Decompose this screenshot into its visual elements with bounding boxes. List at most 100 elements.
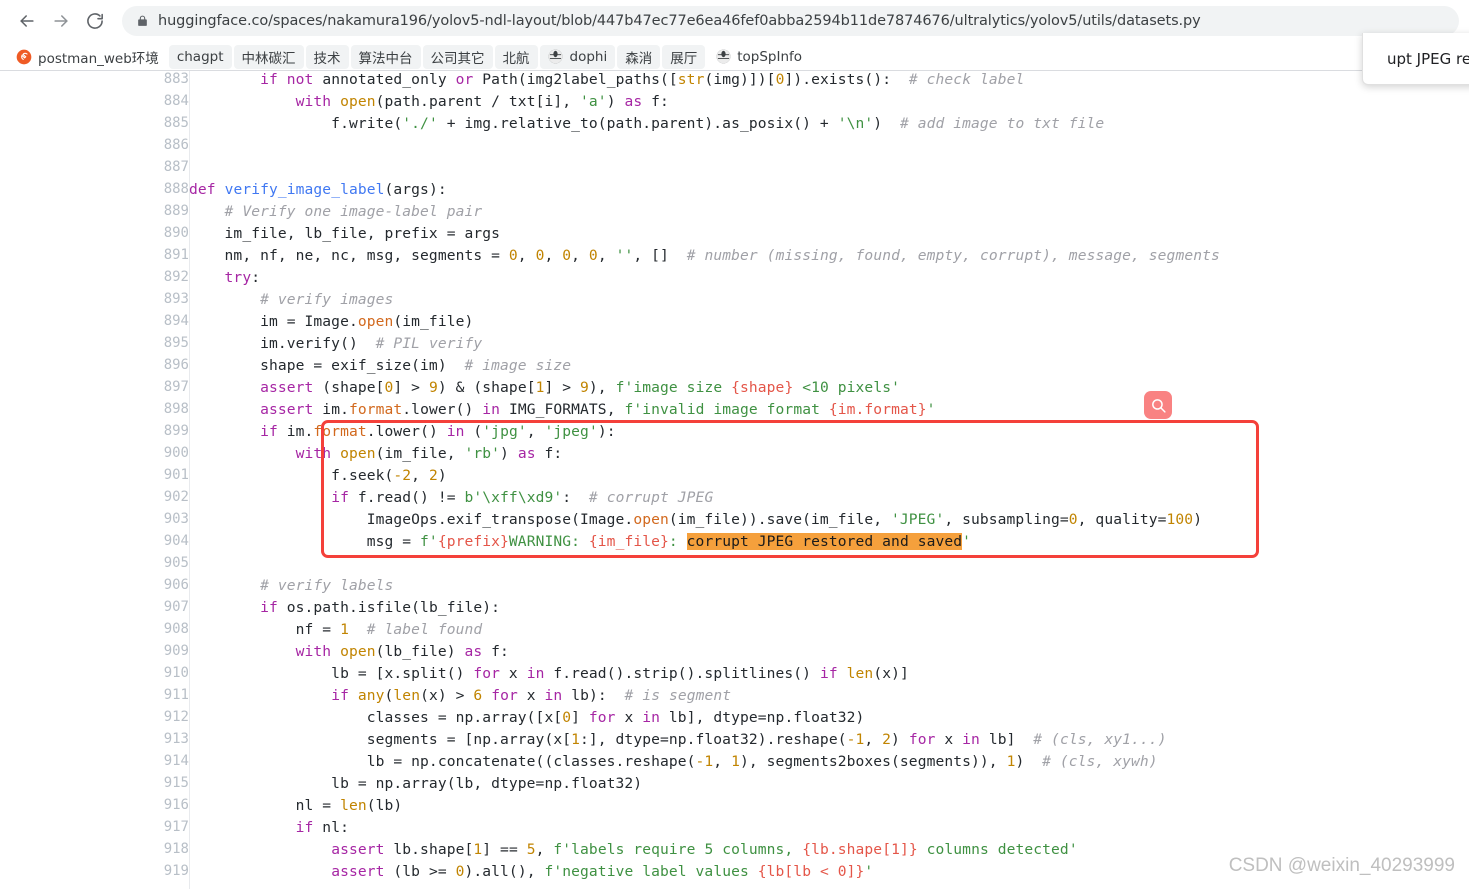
- bookmark-gongsiqita[interactable]: 公司其它: [422, 44, 493, 69]
- line-source[interactable]: assert im.format.lower() in IMG_FORMATS,…: [189, 401, 1469, 423]
- line-number[interactable]: 897: [0, 379, 189, 401]
- line-source[interactable]: with open(lb_file) as f:: [189, 643, 1469, 665]
- line-source[interactable]: shape = exif_size(im) # image size: [189, 357, 1469, 379]
- code-line: 887: [0, 159, 1469, 181]
- line-number[interactable]: 898: [0, 401, 189, 423]
- line-source[interactable]: msg = f'{prefix}WARNING: {im_file}: corr…: [189, 533, 1469, 555]
- line-number[interactable]: 908: [0, 621, 189, 643]
- line-number[interactable]: 903: [0, 511, 189, 533]
- line-number[interactable]: 916: [0, 797, 189, 819]
- code-line: 900 with open(im_file, 'rb') as f:: [0, 445, 1469, 467]
- line-number[interactable]: 915: [0, 775, 189, 797]
- line-number[interactable]: 895: [0, 335, 189, 357]
- line-source[interactable]: try:: [189, 269, 1469, 291]
- line-number[interactable]: 894: [0, 313, 189, 335]
- line-source[interactable]: if any(len(x) > 6 for x in lb): # is seg…: [189, 687, 1469, 709]
- line-source[interactable]: # verify images: [189, 291, 1469, 313]
- line-number[interactable]: 918: [0, 841, 189, 863]
- line-number[interactable]: 911: [0, 687, 189, 709]
- line-number[interactable]: 904: [0, 533, 189, 555]
- line-source[interactable]: segments = [np.array(x[1:], dtype=np.flo…: [189, 731, 1469, 753]
- line-number[interactable]: 910: [0, 665, 189, 687]
- line-source[interactable]: [189, 555, 1469, 577]
- line-number[interactable]: 901: [0, 467, 189, 489]
- address-bar[interactable]: huggingface.co/spaces/nakamura196/yolov5…: [122, 6, 1459, 36]
- bookmark-jishu[interactable]: 技术: [305, 44, 349, 69]
- line-source[interactable]: nm, nf, ne, nc, msg, segments = 0, 0, 0,…: [189, 247, 1469, 269]
- line-source[interactable]: if f.read() != b'\xff\xd9': # corrupt JP…: [189, 489, 1469, 511]
- bookmark-dophi[interactable]: dophi: [539, 44, 616, 69]
- line-source[interactable]: with open(im_file, 'rb') as f:: [189, 445, 1469, 467]
- line-number[interactable]: 886: [0, 137, 189, 159]
- bookmark-postman-web[interactable]: postman_web环境: [8, 45, 167, 69]
- bookmark-suanfa[interactable]: 算法中台: [350, 44, 421, 69]
- line-source[interactable]: [189, 159, 1469, 181]
- line-source[interactable]: with open(path.parent / txt[i], 'a') as …: [189, 93, 1469, 115]
- line-number[interactable]: 885: [0, 115, 189, 137]
- line-number[interactable]: 907: [0, 599, 189, 621]
- line-number[interactable]: 893: [0, 291, 189, 313]
- line-source[interactable]: ImageOps.exif_transpose(Image.open(im_fi…: [189, 511, 1469, 533]
- bookmark-label: 算法中台: [358, 50, 413, 67]
- line-number[interactable]: 900: [0, 445, 189, 467]
- line-number[interactable]: 883: [0, 71, 189, 93]
- bookmark-zhanting[interactable]: 展厅: [662, 44, 706, 69]
- line-number[interactable]: 909: [0, 643, 189, 665]
- line-source[interactable]: if im.format.lower() in ('jpg', 'jpeg'):: [189, 423, 1469, 445]
- line-source[interactable]: def verify_image_label(args):: [189, 181, 1469, 203]
- line-source[interactable]: classes = np.array([x[0] for x in lb], d…: [189, 709, 1469, 731]
- line-number[interactable]: 899: [0, 423, 189, 445]
- search-icon[interactable]: [1144, 391, 1172, 419]
- code-line: 912 classes = np.array([x[0] for x in lb…: [0, 709, 1469, 731]
- line-source[interactable]: if nl:: [189, 819, 1469, 841]
- line-number[interactable]: 891: [0, 247, 189, 269]
- line-source[interactable]: lb = np.array(lb, dtype=np.float32): [189, 775, 1469, 797]
- code-line: 908 nf = 1 # label found: [0, 621, 1469, 643]
- line-number[interactable]: 913: [0, 731, 189, 753]
- line-source[interactable]: # Verify one image-label pair: [189, 203, 1469, 225]
- line-number[interactable]: 905: [0, 555, 189, 577]
- line-number[interactable]: 888: [0, 181, 189, 203]
- line-source[interactable]: im = Image.open(im_file): [189, 313, 1469, 335]
- line-source[interactable]: f.write('./' + img.relative_to(path.pare…: [189, 115, 1469, 137]
- line-source[interactable]: [189, 137, 1469, 159]
- line-source[interactable]: lb = [x.split() for x in f.read().strip(…: [189, 665, 1469, 687]
- line-number[interactable]: 890: [0, 225, 189, 247]
- line-source[interactable]: if not annotated_only or Path(img2label_…: [189, 71, 1469, 93]
- line-number[interactable]: 914: [0, 753, 189, 775]
- code-line: 904 msg = f'{prefix}WARNING: {im_file}: …: [0, 533, 1469, 555]
- line-number[interactable]: 884: [0, 93, 189, 115]
- line-number[interactable]: 892: [0, 269, 189, 291]
- line-number[interactable]: 906: [0, 577, 189, 599]
- line-number[interactable]: 919: [0, 863, 189, 885]
- line-source[interactable]: f.seek(-2, 2): [189, 467, 1469, 489]
- find-in-page-popup[interactable]: upt JPEG restore: [1362, 33, 1469, 85]
- line-source[interactable]: im.verify() # PIL verify: [189, 335, 1469, 357]
- bookmark-topspinfo[interactable]: topSpInfo: [707, 45, 810, 69]
- line-source[interactable]: if os.path.isfile(lb_file):: [189, 599, 1469, 621]
- line-source[interactable]: nl = len(lb): [189, 797, 1469, 819]
- bookmark-senxiao[interactable]: 森消: [617, 44, 661, 69]
- back-button[interactable]: [10, 4, 44, 38]
- line-number[interactable]: 889: [0, 203, 189, 225]
- line-number[interactable]: 887: [0, 159, 189, 181]
- line-number[interactable]: 896: [0, 357, 189, 379]
- line-number[interactable]: 912: [0, 709, 189, 731]
- line-number[interactable]: 902: [0, 489, 189, 511]
- line-source[interactable]: # verify labels: [189, 577, 1469, 599]
- line-source[interactable]: lb = np.concatenate((classes.reshape(-1,…: [189, 753, 1469, 775]
- forward-button[interactable]: [44, 4, 78, 38]
- code-line: 885 f.write('./' + img.relative_to(path.…: [0, 115, 1469, 137]
- code-line: 910 lb = [x.split() for x in f.read().st…: [0, 665, 1469, 687]
- line-source[interactable]: im_file, lb_file, prefix = args: [189, 225, 1469, 247]
- code-file-viewer[interactable]: 883 if not annotated_only or Path(img2la…: [0, 71, 1469, 889]
- reload-button[interactable]: [78, 4, 112, 38]
- line-source[interactable]: nf = 1 # label found: [189, 621, 1469, 643]
- bookmark-label: postman_web环境: [38, 50, 159, 67]
- line-number[interactable]: 917: [0, 819, 189, 841]
- code-table-body: 883 if not annotated_only or Path(img2la…: [0, 71, 1469, 885]
- bookmark-chagpt[interactable]: chagpt: [168, 44, 232, 69]
- bookmark-zhonglin[interactable]: 中林碳汇: [233, 44, 304, 69]
- line-source[interactable]: assert (shape[0] > 9) & (shape[1] > 9), …: [189, 379, 1469, 401]
- bookmark-beihang[interactable]: 北航: [494, 44, 538, 69]
